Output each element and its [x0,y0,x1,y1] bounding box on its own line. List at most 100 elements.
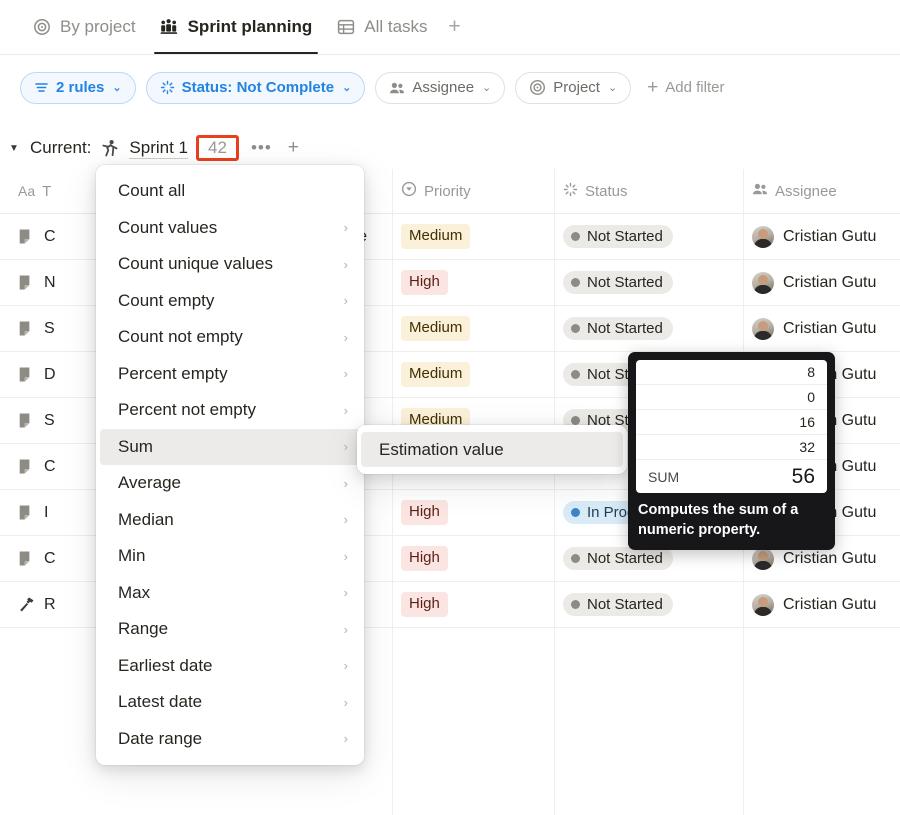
menu-item-range[interactable]: Range › [100,611,360,648]
document-icon [18,412,35,429]
menu-item-count-not-empty[interactable]: Count not empty › [100,319,360,356]
chevron-right-icon: › [343,621,348,637]
menu-item-percent-empty[interactable]: Percent empty › [100,356,360,393]
column-header-priority[interactable]: Priority [393,169,555,214]
menu-item-label: Max [118,582,151,602]
menu-item-label: Percent empty [118,363,228,383]
filter-project-pill[interactable]: Project ⌄ [515,71,632,104]
menu-item-count-empty[interactable]: Count empty › [100,283,360,320]
cell-priority[interactable]: Medium [393,214,555,260]
priority-tag: High [401,592,448,617]
chevron-right-icon: › [343,658,348,674]
tab-by-project[interactable]: By project [20,0,148,54]
filter-assignee-label: Assignee [412,79,475,96]
menu-item-min[interactable]: Min › [100,538,360,575]
avatar [752,547,774,570]
filter-rules-pill[interactable]: 2 rules ⌄ [20,71,136,104]
group-label: Current: [30,138,92,157]
menu-item-latest-date[interactable]: Latest date › [100,684,360,721]
menu-item-earliest-date[interactable]: Earliest date › [100,648,360,685]
document-icon [18,320,35,337]
group-add-icon[interactable]: + [284,137,303,159]
rules-icon [34,80,49,95]
people-board-icon [160,17,180,37]
avatar [752,593,774,616]
menu-item-label: Count not empty [118,327,243,347]
cell-status[interactable]: Not Started [555,306,744,352]
title-aa-icon: Aa [18,183,36,199]
menu-item-count-all[interactable]: Count all [100,173,360,210]
tooltip-sum-value: 56 [791,464,815,488]
chevron-right-icon: › [343,293,348,309]
sprint-name[interactable]: Sprint 1 [129,138,189,159]
status-label: Not Started [587,320,663,337]
menu-item-percent-not-empty[interactable]: Percent not empty › [100,392,360,429]
document-icon [18,504,35,521]
menu-item-label: Range [118,619,169,639]
cell-assignee[interactable]: Cristian Gutu [744,582,900,628]
chevron-right-icon: › [343,475,348,491]
tab-sprint-planning[interactable]: Sprint planning [148,0,325,54]
status-spinner-icon [160,80,175,95]
filter-status-label: Status: Not Complete [181,79,335,96]
cell-assignee[interactable]: Cristian Gutu [744,260,900,306]
filter-project-label: Project [553,79,600,96]
menu-item-count-values[interactable]: Count values › [100,210,360,247]
column-header-assignee[interactable]: Assignee [744,169,900,214]
menu-item-average[interactable]: Average › [100,465,360,502]
people-icon [389,81,405,95]
submenu-item-estimation-value[interactable]: Estimation value [361,432,623,467]
cell-priority[interactable]: Medium [393,352,555,398]
menu-item-count-unique-values[interactable]: Count unique values › [100,246,360,283]
column-header-label: Status [585,182,628,200]
group-count-value[interactable]: 42 [196,135,239,161]
cell-priority[interactable]: High [393,260,555,306]
cell-status[interactable]: Not Started [555,582,744,628]
view-tab-bar: By project Sprint planning All tasks + [0,0,900,55]
cell-priority[interactable]: High [393,490,555,536]
tooltip-value-row: 16 [636,410,827,435]
chevron-down-icon: ⌄ [482,82,492,94]
status-spinner-icon [563,182,578,201]
add-filter-button[interactable]: + Add filter [641,72,730,104]
cell-priority[interactable]: High [393,536,555,582]
chevron-right-icon: › [343,329,348,345]
menu-item-label: Count unique values [118,254,274,274]
cell-priority[interactable]: Medium [393,306,555,352]
cell-status[interactable]: Not Started [555,214,744,260]
cell-priority[interactable]: High [393,582,555,628]
filter-status-pill[interactable]: Status: Not Complete ⌄ [145,71,366,104]
priority-tag: High [401,270,448,295]
task-title: N [44,273,56,291]
document-icon [18,228,35,245]
menu-item-label: Count all [118,181,186,201]
add-filter-label: Add filter [665,79,725,96]
document-icon [18,274,35,291]
tab-all-tasks[interactable]: All tasks [324,0,439,54]
status-label: Not Started [587,550,663,567]
menu-item-sum[interactable]: Sum › [100,428,360,465]
cell-assignee[interactable]: Cristian Gutu [744,214,900,260]
status-badge: Not Started [563,547,673,570]
menu-item-max[interactable]: Max › [100,575,360,612]
priority-icon [401,181,417,201]
avatar [752,225,774,248]
status-badge: Not Started [563,225,673,248]
submenu-item-label: Estimation value [379,439,504,459]
filter-assignee-pill[interactable]: Assignee ⌄ [375,71,506,104]
menu-item-date-range[interactable]: Date range › [100,721,360,758]
tab-label: By project [60,17,136,36]
menu-item-median[interactable]: Median › [100,502,360,539]
collapse-caret-icon[interactable]: ▼ [6,140,22,156]
status-dot-icon [571,278,580,287]
menu-item-label: Median [118,509,174,529]
group-more-options-icon[interactable]: ••• [247,138,276,158]
column-header-status[interactable]: Status [555,169,744,214]
cell-status[interactable]: Not Started [555,260,744,306]
priority-tag: High [401,546,448,571]
menu-item-label: Average [118,473,182,493]
chevron-right-icon: › [343,731,348,747]
add-tab-button[interactable]: + [440,0,470,54]
chevron-right-icon: › [343,548,348,564]
cell-assignee[interactable]: Cristian Gutu [744,306,900,352]
